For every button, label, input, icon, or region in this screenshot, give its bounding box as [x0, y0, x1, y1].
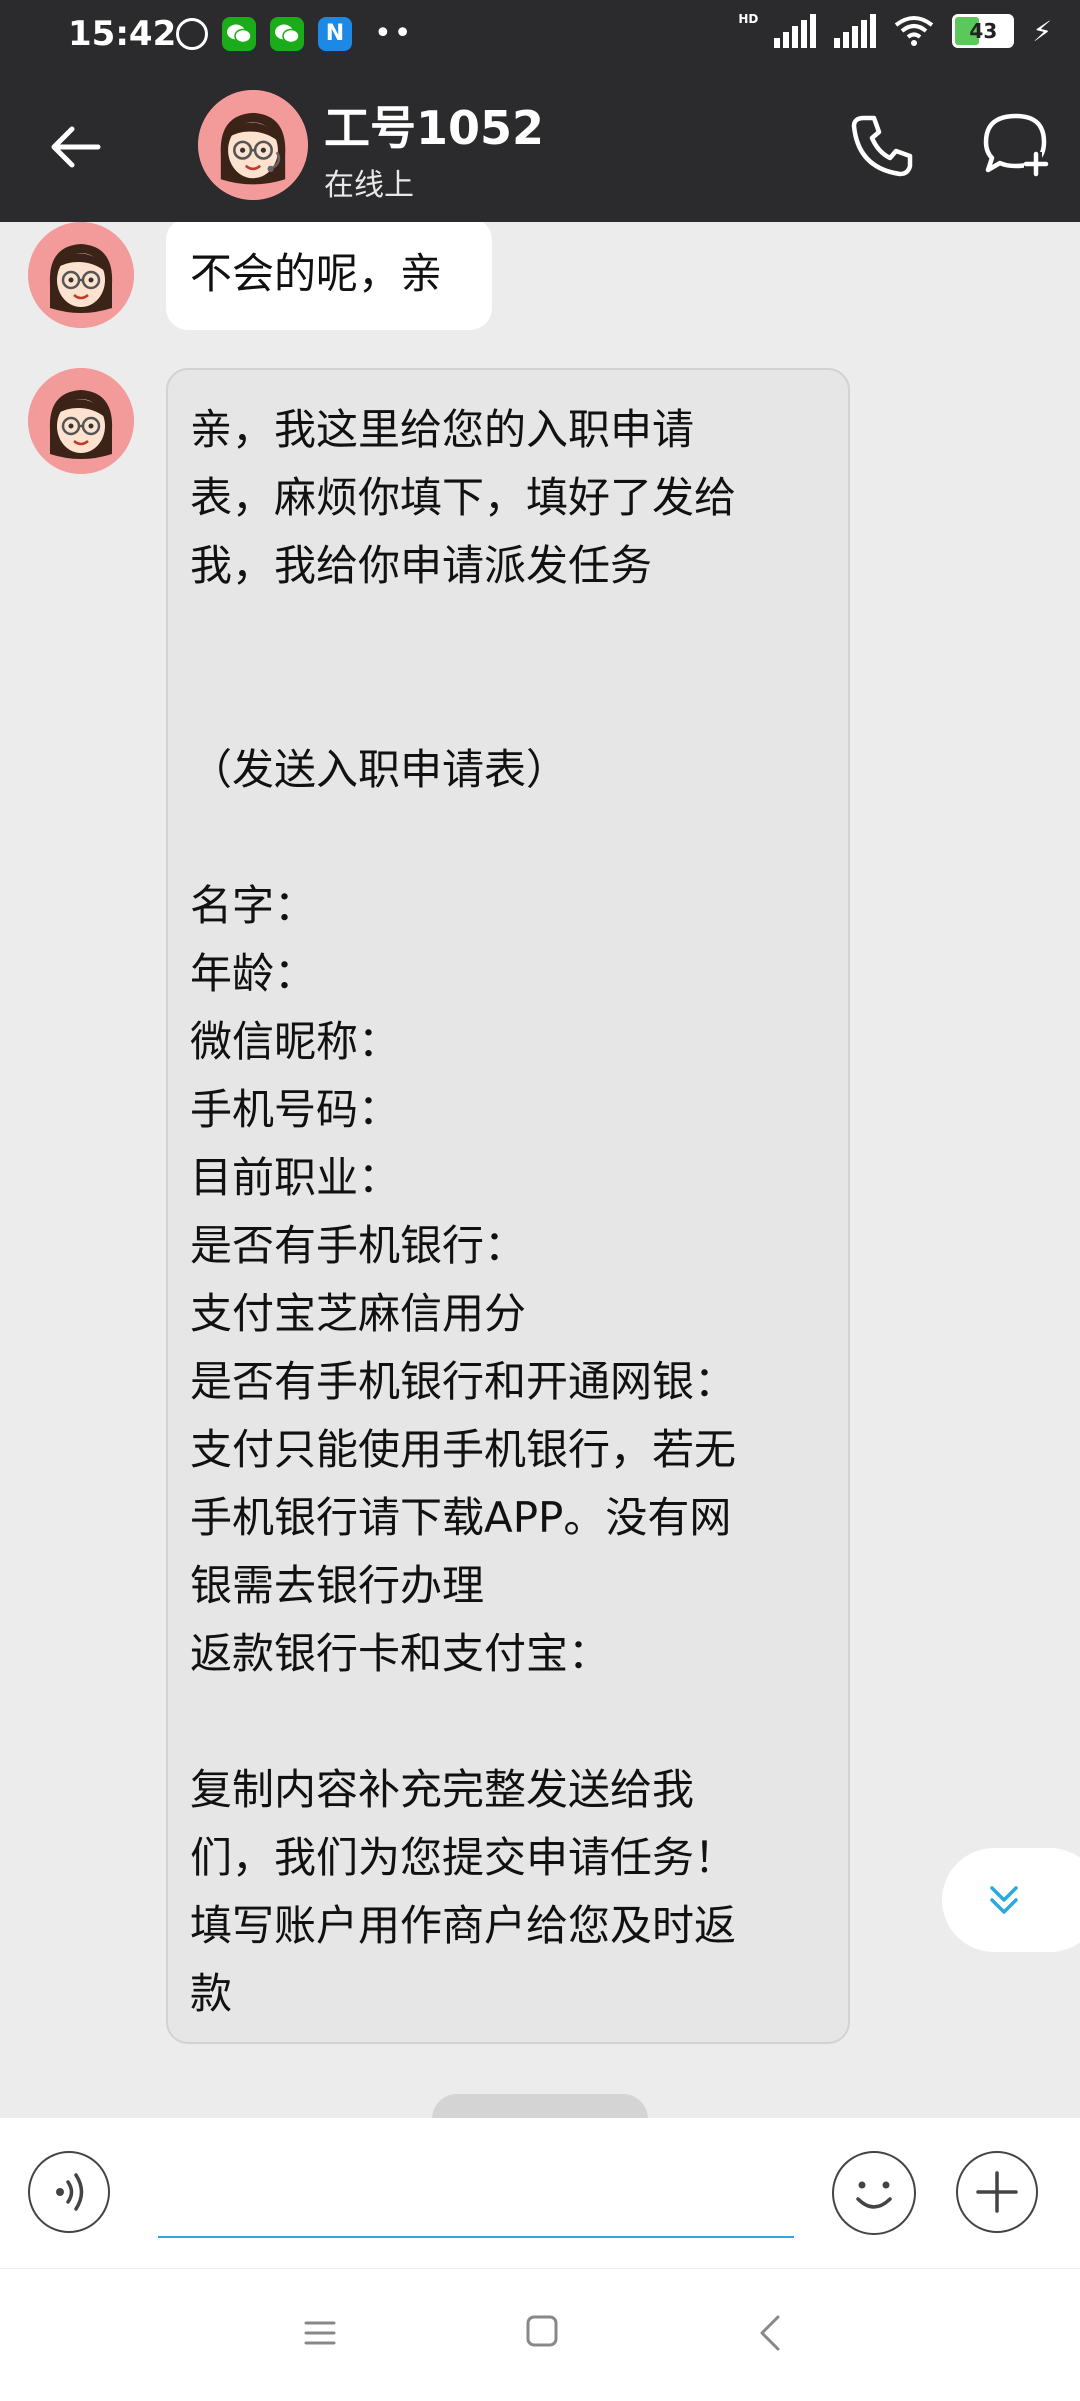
more-notifications-icon: •• — [374, 16, 414, 51]
call-button[interactable] — [846, 108, 920, 182]
status-time: 15:42 — [68, 14, 177, 54]
input-bar — [0, 2118, 1080, 2268]
message-bubble[interactable]: 不会的呢，亲 — [166, 222, 492, 330]
nav-home-button[interactable] — [524, 2313, 560, 2349]
system-icons: HD 43 ⚡ — [738, 12, 1052, 48]
system-nav-bar — [0, 2268, 1080, 2401]
timestamp-pill — [432, 2094, 648, 2118]
home-square-icon — [526, 2315, 558, 2347]
voice-button[interactable] — [28, 2151, 110, 2233]
message-list[interactable]: 不会的呢，亲 亲，我这里给您的入职申请 表，麻烦你填下，填好了发给 我，我给你申… — [0, 222, 1080, 2118]
status-bar: 15:42 N •• HD 43 ⚡ — [0, 0, 1080, 68]
contact-name: 工号1052 — [324, 101, 545, 155]
chat-add-button[interactable] — [980, 108, 1054, 182]
signal-icon — [834, 14, 877, 48]
message-bubble[interactable]: 亲，我这里给您的入职申请 表，麻烦你填下，填好了发给 我，我给你申请派发任务 （… — [166, 368, 850, 2044]
emoji-button[interactable] — [832, 2151, 916, 2235]
message-input[interactable] — [158, 2148, 794, 2238]
chat-plus-icon — [983, 113, 1049, 177]
sender-avatar[interactable] — [28, 222, 134, 328]
voice-icon — [56, 2173, 84, 2211]
battery-level: 43 — [969, 19, 998, 43]
wifi-icon — [895, 16, 934, 46]
sender-avatar[interactable] — [28, 368, 134, 474]
scroll-down-button[interactable] — [942, 1848, 1080, 1952]
phone-icon — [851, 115, 913, 177]
double-chevron-down-icon — [990, 1886, 1018, 1914]
contact-avatar[interactable] — [198, 90, 308, 200]
nav-menu-button[interactable] — [300, 2313, 340, 2353]
notification-icons: N •• — [176, 16, 413, 51]
n-app-notification-icon: N — [318, 16, 352, 51]
menu-icon — [304, 2321, 336, 2345]
back-button[interactable] — [40, 112, 110, 182]
hd-label: HD — [738, 12, 759, 26]
arrow-left-icon — [51, 126, 101, 168]
chat-header: 工号1052 在线上 — [0, 68, 1080, 222]
wechat-notification-icon — [270, 16, 304, 51]
alarm-icon — [176, 17, 208, 50]
plus-icon — [976, 2171, 1018, 2213]
smile-icon — [856, 2181, 892, 2209]
chevron-left-icon — [760, 2315, 780, 2351]
add-button[interactable] — [956, 2151, 1038, 2233]
signal-icon — [774, 14, 817, 48]
contact-status: 在线上 — [324, 168, 414, 203]
wechat-notification-icon — [222, 16, 256, 51]
battery-icon: 43 — [952, 14, 1015, 48]
nav-back-button[interactable] — [752, 2311, 788, 2355]
charging-icon: ⚡ — [1032, 14, 1052, 48]
